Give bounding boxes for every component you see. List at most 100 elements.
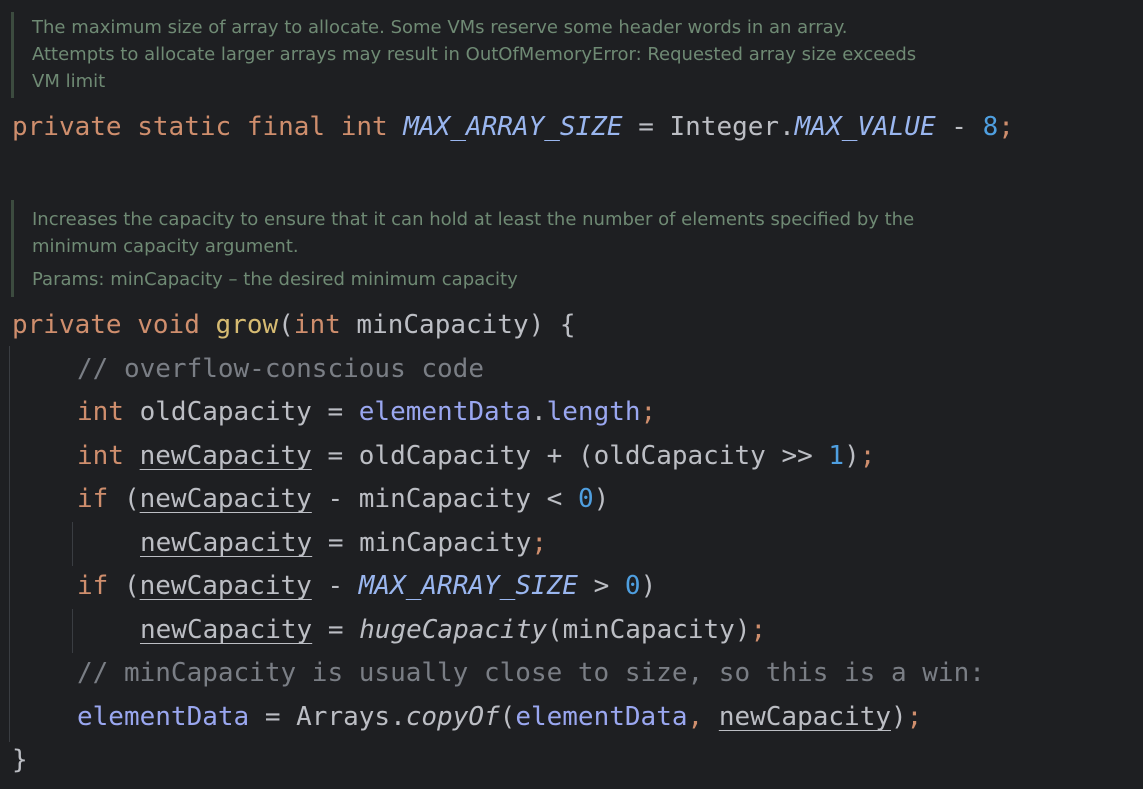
operator-gt: > — [593, 571, 610, 601]
operator-plus: + — [546, 441, 563, 471]
dot: . — [530, 397, 547, 427]
line-comment: // overflow-conscious code — [77, 354, 484, 384]
number-literal: 0 — [624, 571, 641, 601]
doc-comment-max-array-size — [11, 12, 32, 98]
keyword-int: int — [77, 441, 124, 471]
code-line-close-brace: } — [12, 744, 28, 776]
code-line-copy-of[interactable]: elementData = Arrays.copyOf(elementData,… — [77, 701, 922, 733]
paren-close: ) — [640, 571, 657, 601]
paren-open: ( — [123, 484, 140, 514]
var-new-capacity[interactable]: newCapacity — [140, 571, 312, 601]
doc2-line-2: minimum capacity argument. — [32, 236, 299, 257]
doc1-line-1: The maximum size of array to allocate. S… — [32, 17, 848, 38]
var-old-capacity[interactable]: oldCapacity — [359, 441, 531, 471]
paren-close: ) — [844, 441, 860, 471]
keyword-if: if — [77, 571, 109, 601]
semicolon: ; — [906, 702, 923, 732]
var-min-capacity[interactable]: minCapacity — [359, 484, 531, 514]
code-line-if-min[interactable]: if (newCapacity - minCapacity < 0) — [77, 483, 609, 515]
paren-open: ( — [577, 441, 594, 471]
code-line-comment-2: // minCapacity is usually close to size,… — [77, 657, 985, 689]
code-line-huge-capacity[interactable]: newCapacity = hugeCapacity(minCapacity); — [140, 614, 766, 646]
var-old-capacity[interactable]: oldCapacity — [594, 441, 766, 471]
constant-max-value[interactable]: MAX_VALUE — [795, 112, 936, 142]
doc1-line-2: Attempts to allocate larger arrays may r… — [32, 44, 917, 65]
code-line-old-capacity[interactable]: int oldCapacity = elementData.length; — [77, 396, 656, 428]
code-line-if-max[interactable]: if (newCapacity - MAX_ARRAY_SIZE > 0) — [77, 570, 656, 602]
doc2-params: Params: minCapacity – the desired minimu… — [32, 269, 518, 290]
keyword-void: void — [137, 310, 200, 340]
field-element-data[interactable]: elementData — [515, 702, 687, 732]
var-new-capacity[interactable]: newCapacity — [140, 615, 312, 645]
doc-comment-grow — [11, 200, 32, 297]
var-new-capacity[interactable]: newCapacity — [140, 441, 312, 471]
semicolon: ; — [531, 528, 547, 558]
paren-close-brace: ) { — [528, 310, 576, 340]
operator-assign: = — [264, 702, 281, 732]
call-arguments: (minCapacity) — [547, 615, 751, 645]
keyword-private: private — [12, 310, 122, 340]
var-min-capacity[interactable]: minCapacity — [359, 528, 531, 558]
semicolon: ; — [859, 441, 876, 471]
field-length[interactable]: length — [547, 397, 641, 427]
paren-close: ) — [593, 484, 610, 514]
paren-open: ( — [278, 310, 294, 340]
class-integer[interactable]: Integer. — [670, 112, 795, 142]
operator-lt: < — [546, 484, 563, 514]
field-element-data[interactable]: elementData — [359, 397, 531, 427]
semicolon: ; — [998, 112, 1014, 142]
field-element-data[interactable]: elementData — [77, 702, 249, 732]
operator-assign: = — [638, 112, 654, 142]
var-new-capacity[interactable]: newCapacity — [719, 702, 891, 732]
operator-minus: - — [327, 571, 344, 601]
keyword-if: if — [77, 484, 109, 514]
operator-minus: - — [327, 484, 344, 514]
params-text: minCapacity – the desired minimum capaci… — [110, 269, 518, 290]
param-min-capacity[interactable]: minCapacity — [356, 310, 528, 340]
constant-max-array-size[interactable]: MAX_ARRAY_SIZE — [359, 571, 578, 601]
paren-close: ) — [891, 702, 907, 732]
closing-brace: } — [12, 745, 28, 775]
number-literal: 0 — [577, 484, 594, 514]
keyword-int: int — [77, 397, 124, 427]
operator-assign: = — [327, 397, 344, 427]
keyword-final: final — [246, 112, 326, 142]
method-signature-grow[interactable]: private void grow(int minCapacity) { — [12, 309, 576, 341]
method-call-copy-of[interactable]: copyOf — [406, 702, 500, 732]
var-new-capacity[interactable]: newCapacity — [140, 528, 312, 558]
doc1-line-3: VM limit — [32, 71, 106, 92]
paren-open: ( — [123, 571, 140, 601]
params-label: Params: — [32, 269, 105, 290]
operator-assign: = — [327, 441, 344, 471]
comma: , — [687, 702, 704, 732]
line-comment: // minCapacity is usually close to size,… — [77, 658, 985, 688]
max-array-size-declaration[interactable]: private static final int MAX_ARRAY_SIZE … — [12, 111, 1014, 143]
number-literal: 8 — [982, 112, 999, 142]
var-old-capacity[interactable]: oldCapacity — [140, 397, 312, 427]
constant-name[interactable]: MAX_ARRAY_SIZE — [403, 112, 622, 142]
code-editor[interactable]: The maximum size of array to allocate. S… — [0, 0, 1143, 789]
operator-assign: = — [327, 615, 344, 645]
semicolon: ; — [640, 397, 657, 427]
method-call-huge-capacity[interactable]: hugeCapacity — [359, 615, 547, 645]
semicolon: ; — [750, 615, 767, 645]
code-line-assign-min[interactable]: newCapacity = minCapacity; — [140, 527, 547, 559]
var-new-capacity[interactable]: newCapacity — [140, 484, 312, 514]
operator-minus: - — [951, 112, 967, 142]
number-literal: 1 — [828, 441, 845, 471]
operator-assign: = — [327, 528, 344, 558]
keyword-static: static — [137, 112, 232, 142]
keyword-private: private — [12, 112, 122, 142]
code-line-comment-1: // overflow-conscious code — [77, 353, 484, 385]
keyword-int: int — [340, 112, 388, 142]
indent-guide-if1 — [72, 522, 73, 566]
operator-shift: >> — [781, 441, 813, 471]
doc2-line-1: Increases the capacity to ensure that it… — [32, 209, 915, 230]
method-name-grow[interactable]: grow — [216, 310, 279, 340]
keyword-int: int — [293, 310, 341, 340]
class-arrays[interactable]: Arrays. — [296, 702, 406, 732]
paren-open: ( — [499, 702, 516, 732]
indent-guide-if2 — [72, 609, 73, 653]
indent-guide-method — [9, 346, 10, 742]
code-line-new-capacity[interactable]: int newCapacity = oldCapacity + (oldCapa… — [77, 440, 875, 472]
